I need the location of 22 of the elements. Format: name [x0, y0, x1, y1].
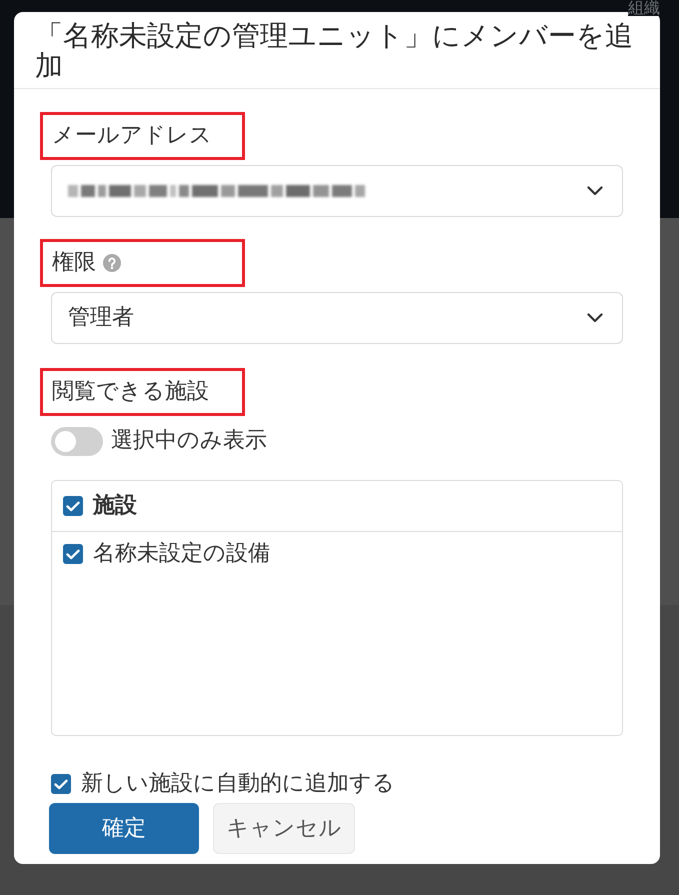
checkbox[interactable]: [51, 774, 71, 794]
field-label: 権限: [52, 250, 96, 276]
checkbox-label: 新しい施設に自動的に追加する: [81, 772, 395, 796]
role-select[interactable]: 管理者: [51, 292, 623, 344]
background-heading: 組織: [628, 0, 660, 16]
checkmark-icon: [66, 500, 80, 512]
checkmark-icon: [66, 548, 80, 560]
chevron-down-icon: [587, 313, 603, 323]
toggle-switch[interactable]: [51, 427, 103, 456]
facility-label: 名称未設定の設備: [93, 542, 270, 566]
checkbox[interactable]: [63, 496, 83, 516]
confirm-button[interactable]: 確定: [49, 803, 199, 854]
field-label: メールアドレス: [52, 124, 212, 148]
list-header-label: 施設: [93, 494, 137, 518]
email-select[interactable]: [51, 165, 623, 217]
chevron-down-icon: [587, 186, 603, 196]
checkbox[interactable]: [63, 544, 83, 564]
toggle-label: 選択中のみ表示: [111, 429, 267, 454]
section-label: 閲覧できる施設: [52, 380, 209, 404]
checkmark-icon: [54, 778, 68, 790]
cancel-button[interactable]: キャンセル: [213, 803, 355, 854]
dialog-title: 「名称未設定の管理ユニット」にメンバーを追加: [35, 21, 634, 80]
